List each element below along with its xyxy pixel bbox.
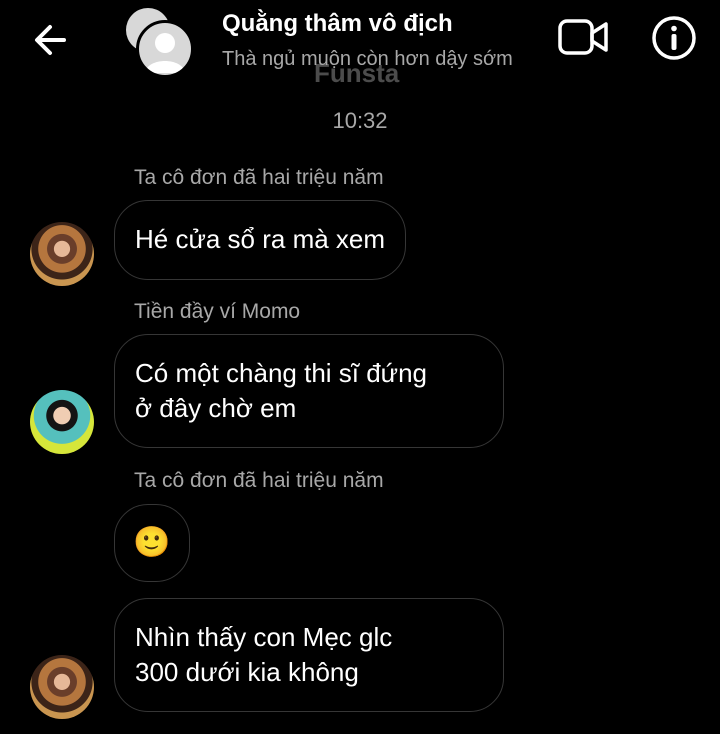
message-bubble[interactable]: 🙂 [114,504,190,582]
chat-title[interactable]: Quằng thâm vô địch [222,10,453,38]
video-camera-icon[interactable] [556,16,610,58]
sender-avatar[interactable] [30,222,94,286]
message-bubble[interactable]: Hé cửa sổ ra mà xem [114,200,407,280]
chat-subtitle: Thà ngủ muộn còn hơn dậy sớm [222,48,513,70]
message-timestamp: 10:32 [332,108,388,133]
message-text: Nhìn thấy con Mẹc glc [135,622,393,652]
sender-avatar[interactable] [30,390,94,454]
default-user-icon [145,33,185,73]
chat-header: Quằng thâm vô địch Funsta Thà ngủ muộn c… [0,0,720,88]
message-text: 300 dưới kia không [135,657,359,687]
message-text: Hé cửa sổ ra mà xem [135,224,386,254]
sender-name: Tiền đầy ví Momo [134,300,301,323]
sender-avatar[interactable] [30,655,94,719]
emoji-message: 🙂 [133,526,171,559]
message-text: Có một chàng thi sĩ đứng [135,358,428,388]
message-text: ở đây chờ em [135,393,297,423]
group-avatar[interactable] [126,8,194,78]
message-bubble[interactable]: Nhìn thấy con Mẹc glc 300 dưới kia không [114,598,504,712]
message-bubble[interactable]: Có một chàng thi sĩ đứng ở đây chờ em [114,334,504,448]
info-circle-icon[interactable] [650,14,698,62]
group-avatar-front [136,20,194,78]
sender-name: Ta cô đơn đã hai triệu năm [134,166,384,189]
sender-name: Ta cô đơn đã hai triệu năm [134,469,384,492]
arrow-left-icon[interactable] [30,20,70,60]
